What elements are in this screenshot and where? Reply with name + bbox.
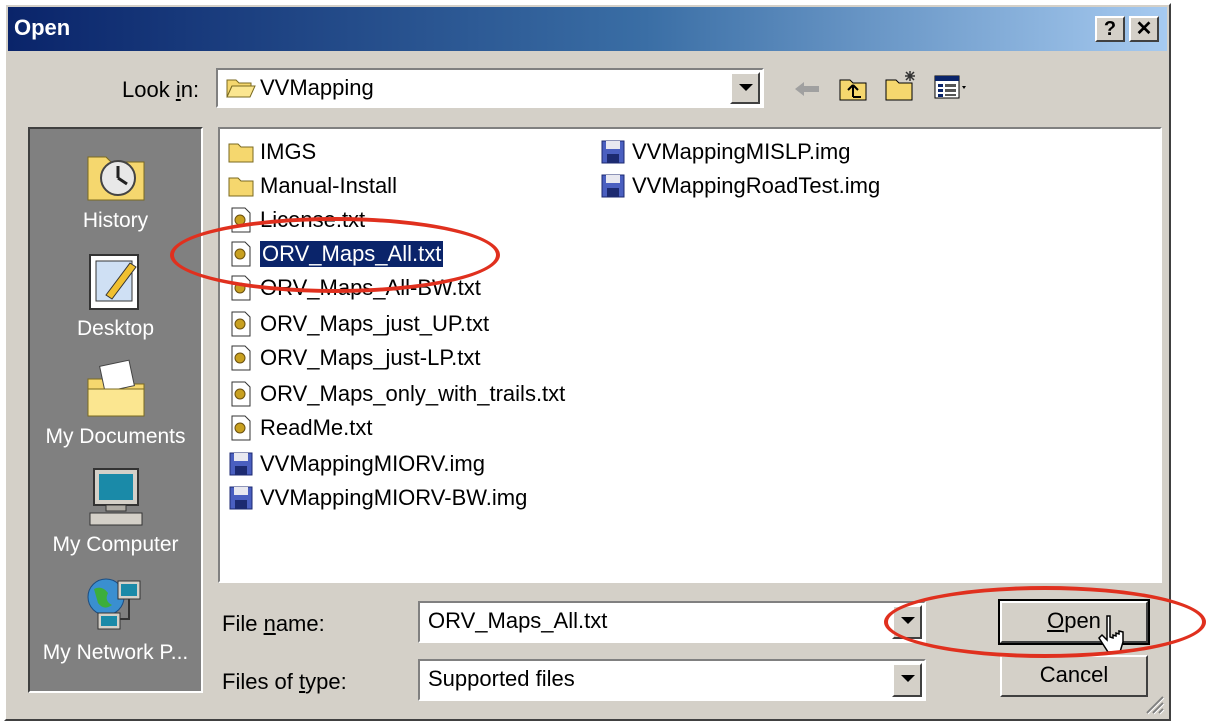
new-folder-icon[interactable] xyxy=(884,69,918,103)
text-file-icon xyxy=(231,381,251,407)
file-item-label: VVMappingMIORV-BW.img xyxy=(260,485,528,510)
file-item[interactable]: ORV_Maps_All.txt xyxy=(228,239,445,269)
file-name-input[interactable]: ORV_Maps_All.txt xyxy=(418,601,926,643)
place-my-documents[interactable]: My Documents xyxy=(30,359,201,449)
cursor-icon xyxy=(1098,615,1124,653)
file-item[interactable]: VVMappingMISLP.img xyxy=(600,137,851,167)
help-button[interactable]: ? xyxy=(1095,16,1125,42)
text-file-icon xyxy=(231,415,251,441)
file-item[interactable]: VVMappingRoadTest.img xyxy=(600,171,880,201)
chevron-down-icon xyxy=(739,84,753,91)
desktop-icon xyxy=(88,254,139,310)
file-item[interactable]: ReadMe.txt xyxy=(228,413,373,443)
my-network-icon xyxy=(87,578,140,630)
file-item-label: VVMappingMIORV.img xyxy=(260,451,485,476)
file-item[interactable]: ORV_Maps_just-LP.txt xyxy=(228,343,481,373)
file-item[interactable]: VVMappingMIORV-BW.img xyxy=(228,483,527,513)
file-item[interactable]: VVMappingMIORV.img xyxy=(228,449,485,479)
title-bar[interactable]: Open ? ✕ xyxy=(8,7,1167,51)
my-computer-icon xyxy=(89,468,142,526)
file-name-dropdown-button[interactable] xyxy=(892,605,922,639)
look-in-value: VVMapping xyxy=(260,75,374,100)
text-file-icon xyxy=(231,241,251,267)
file-item-label: License.txt xyxy=(260,207,366,232)
file-item-label: ORV_Maps_just_UP.txt xyxy=(260,311,490,336)
text-file-icon xyxy=(231,345,251,371)
file-item[interactable]: License.txt xyxy=(228,205,365,235)
file-item-label: IMGS xyxy=(260,139,317,164)
file-item[interactable]: IMGS xyxy=(228,137,316,167)
file-name-label: File name: xyxy=(222,611,325,636)
place-my-network[interactable]: My Network P... xyxy=(30,575,201,665)
back-icon[interactable] xyxy=(793,79,821,99)
text-file-icon xyxy=(231,311,251,337)
text-file-icon xyxy=(231,207,251,233)
file-type-dropdown-button[interactable] xyxy=(892,663,922,697)
file-item-label: ORV_Maps_All-BW.txt xyxy=(260,275,481,300)
file-type-value: Supported files xyxy=(428,666,575,691)
file-item-label: ORV_Maps_All.txt xyxy=(258,240,445,268)
file-item-label: ORV_Maps_just-LP.txt xyxy=(260,345,481,370)
window-title: Open xyxy=(14,15,71,40)
file-item-label: ReadMe.txt xyxy=(260,415,373,440)
file-type-select[interactable]: Supported files xyxy=(418,659,926,701)
file-item-label: ORV_Maps_only_with_trails.txt xyxy=(260,381,566,406)
folder-open-icon xyxy=(226,79,256,98)
file-item[interactable]: Manual-Install xyxy=(228,171,397,201)
file-type-label: Files of type: xyxy=(222,669,347,694)
file-item-label: VVMappingRoadTest.img xyxy=(632,173,881,198)
file-item-label: VVMappingMISLP.img xyxy=(632,139,851,164)
disk-image-icon xyxy=(229,486,253,510)
close-button[interactable]: ✕ xyxy=(1129,16,1159,42)
up-folder-icon[interactable] xyxy=(838,73,868,103)
disk-image-icon xyxy=(601,140,625,164)
file-name-value: ORV_Maps_All.txt xyxy=(428,608,608,633)
my-documents-icon xyxy=(87,359,144,417)
place-history[interactable]: History xyxy=(30,143,201,233)
place-desktop[interactable]: Desktop xyxy=(30,251,201,341)
text-file-icon xyxy=(231,275,251,301)
look-in-label: Look in: xyxy=(122,77,200,102)
place-my-computer[interactable]: My Computer xyxy=(30,467,201,557)
disk-image-icon xyxy=(229,452,253,476)
file-item[interactable]: ORV_Maps_only_with_trails.txt xyxy=(228,379,565,409)
places-bar: History Desktop My Documents My Computer… xyxy=(28,127,203,693)
resize-grip-icon[interactable] xyxy=(1143,693,1165,715)
file-list[interactable]: IMGS Manual-Install License.txt ORV_Maps_Al… xyxy=(218,127,1162,583)
folder-icon xyxy=(228,177,254,197)
open-dialog: Open ? ✕ Look in: VVMapping History Desk… xyxy=(4,3,1171,721)
folder-icon xyxy=(228,143,254,163)
disk-image-icon xyxy=(601,174,625,198)
file-item[interactable]: ORV_Maps_All-BW.txt xyxy=(228,273,481,303)
look-in-combo[interactable]: VVMapping xyxy=(216,68,764,108)
view-menu-icon[interactable] xyxy=(934,75,970,101)
look-in-dropdown-button[interactable] xyxy=(730,72,760,104)
chevron-down-icon xyxy=(901,675,915,682)
file-item-label: Manual-Install xyxy=(260,173,397,198)
file-item[interactable]: ORV_Maps_just_UP.txt xyxy=(228,309,489,339)
history-icon xyxy=(87,156,144,201)
chevron-down-icon xyxy=(901,617,915,624)
